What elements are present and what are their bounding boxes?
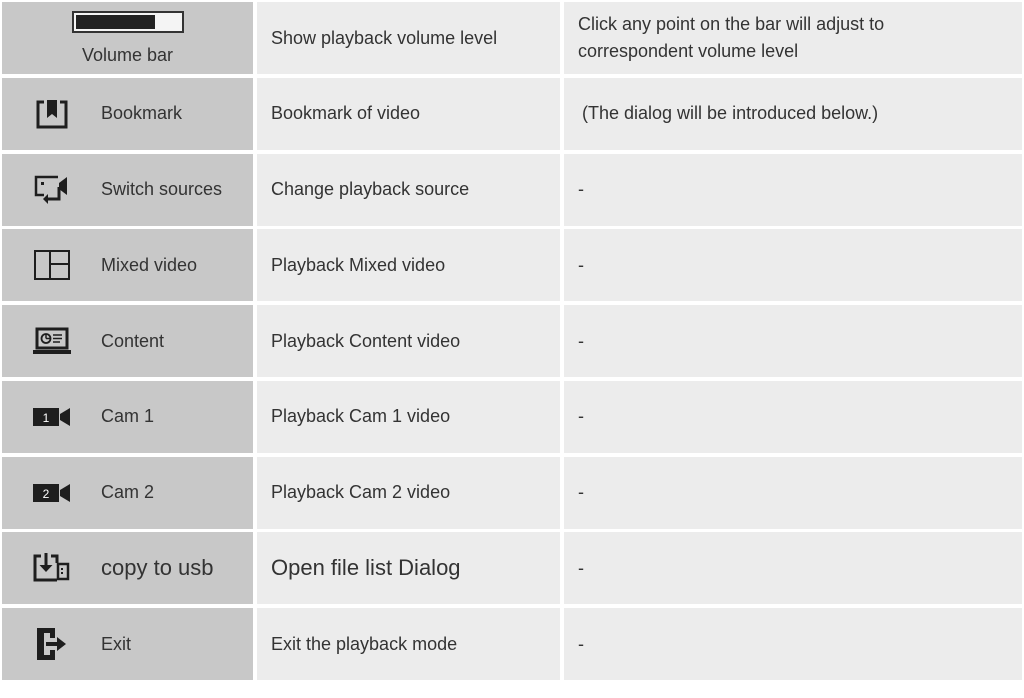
note-text: -: [578, 406, 584, 427]
mixed-video-description: Playback Mixed video: [257, 229, 560, 302]
description-text: Playback Cam 1 video: [271, 406, 451, 427]
bookmark-label: Bookmark: [101, 103, 183, 124]
cam-2-label: Cam 2: [101, 482, 155, 502]
mixed-video-label: Mixed video: [101, 254, 198, 275]
content-cell: Content: [2, 305, 253, 377]
volume-bar-icon[interactable]: [71, 10, 184, 33]
switch-sources-note: -: [564, 153, 1022, 226]
exit-cell: Exit: [2, 608, 253, 680]
cam-1-label: Cam 1: [101, 406, 155, 427]
cam-2-cell: 2 Cam 2: [2, 456, 253, 529]
description-text: Bookmark of video: [271, 103, 421, 124]
copy-to-usb-description: Open file list Dialog: [257, 532, 560, 605]
note-text: -: [578, 557, 584, 578]
copy-to-usb-icon[interactable]: [32, 552, 72, 584]
bookmark-icon[interactable]: [32, 98, 72, 130]
volume-bar-cell: Volume bar: [2, 2, 253, 74]
copy-to-usb-note: -: [564, 532, 1022, 605]
cam-2-description: Playback Cam 2 video: [257, 456, 560, 529]
bookmark-note: (The dialog will be introduced below.): [564, 77, 1022, 150]
content-note: -: [564, 305, 1022, 377]
content-description: Playback Content video: [257, 305, 560, 377]
description-text: Show playback volume level: [271, 27, 498, 48]
copy-to-usb-label: copy to usb: [101, 555, 214, 581]
cam-1-note: -: [564, 380, 1022, 453]
description-text: Playback Content video: [271, 330, 461, 351]
switch-sources-description: Change playback source: [257, 153, 560, 226]
copy-to-usb-cell: copy to usb: [2, 532, 253, 605]
exit-description: Exit the playback mode: [257, 608, 560, 680]
cam-2-note: -: [564, 456, 1022, 529]
cam-2-icon-number: 2: [43, 487, 50, 501]
volume-bar-note: Click any point on the bar will adjust t…: [564, 2, 1022, 74]
cam-1-icon-number: 1: [43, 411, 50, 425]
note-text: -: [578, 179, 584, 199]
mixed-video-note: -: [564, 229, 1022, 302]
mixed-video-cell: Mixed video: [2, 229, 253, 302]
description-text: Open file list Dialog: [271, 555, 461, 581]
exit-note: -: [564, 608, 1022, 680]
volume-bar-description: Show playback volume level: [257, 2, 560, 74]
switch-sources-label: Switch sources: [101, 179, 223, 199]
description-text: Change playback source: [271, 179, 470, 199]
note-text: Click any point on the bar will adjust t…: [578, 14, 885, 61]
exit-label: Exit: [101, 633, 132, 654]
switch-sources-icon[interactable]: [32, 174, 72, 206]
note-text: -: [578, 633, 584, 654]
note-text: -: [578, 330, 584, 351]
exit-icon[interactable]: [32, 628, 72, 660]
note-text: -: [578, 482, 584, 502]
volume-bar-fill: [75, 14, 155, 29]
note-text: (The dialog will be introduced below.): [582, 103, 879, 124]
bookmark-description: Bookmark of video: [257, 77, 560, 150]
switch-sources-cell: Switch sources: [2, 153, 253, 226]
bookmark-cell: Bookmark: [2, 77, 253, 150]
cam-1-description: Playback Cam 1 video: [257, 380, 560, 453]
content-label: Content: [101, 330, 165, 351]
volume-bar-label: Volume bar: [81, 44, 174, 65]
mixed-video-icon[interactable]: [32, 249, 72, 281]
description-text: Playback Mixed video: [271, 254, 446, 275]
content-icon[interactable]: [32, 325, 72, 357]
description-text: Exit the playback mode: [271, 633, 458, 654]
description-text: Playback Cam 2 video: [271, 482, 451, 502]
cam-1-icon[interactable]: 1: [32, 401, 72, 433]
feature-table: Volume bar Show playback volume level Cl…: [2, 2, 1022, 696]
note-text: -: [578, 254, 584, 275]
cam-1-cell: 1 Cam 1: [2, 380, 253, 453]
cam-2-icon[interactable]: 2: [32, 477, 72, 509]
